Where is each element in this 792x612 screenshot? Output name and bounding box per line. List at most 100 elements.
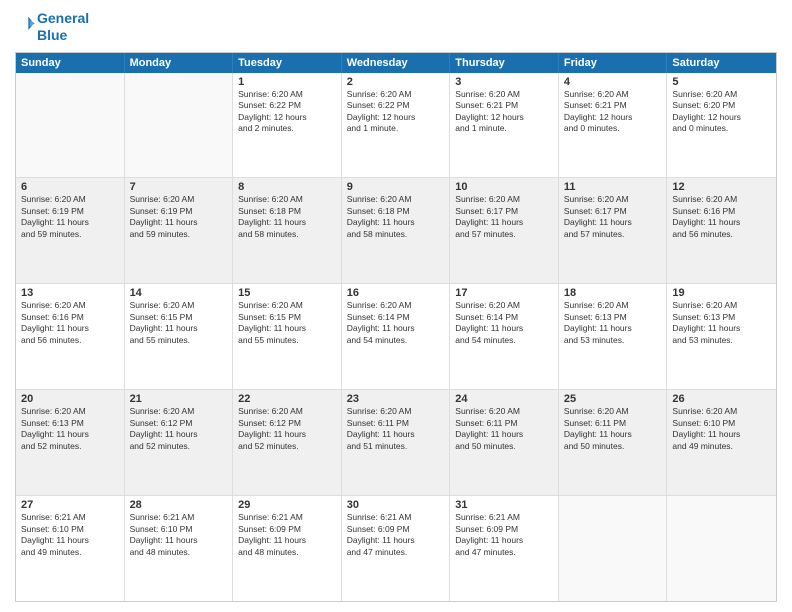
header-day-wednesday: Wednesday	[342, 53, 451, 73]
day-info: Sunrise: 6:20 AM Sunset: 6:17 PM Dayligh…	[564, 194, 662, 240]
cal-cell-1-4: 2Sunrise: 6:20 AM Sunset: 6:22 PM Daylig…	[342, 73, 451, 178]
day-info: Sunrise: 6:20 AM Sunset: 6:14 PM Dayligh…	[455, 300, 553, 346]
day-info: Sunrise: 6:20 AM Sunset: 6:13 PM Dayligh…	[672, 300, 771, 346]
day-number: 28	[130, 499, 228, 511]
day-info: Sunrise: 6:20 AM Sunset: 6:11 PM Dayligh…	[347, 406, 445, 452]
cal-cell-2-2: 7Sunrise: 6:20 AM Sunset: 6:19 PM Daylig…	[125, 178, 234, 283]
calendar-body: 1Sunrise: 6:20 AM Sunset: 6:22 PM Daylig…	[16, 73, 776, 601]
day-number: 11	[564, 181, 662, 193]
day-number: 7	[130, 181, 228, 193]
day-info: Sunrise: 6:20 AM Sunset: 6:19 PM Dayligh…	[21, 194, 119, 240]
page-header: General Blue	[15, 10, 777, 44]
day-info: Sunrise: 6:20 AM Sunset: 6:15 PM Dayligh…	[130, 300, 228, 346]
day-number: 31	[455, 499, 553, 511]
day-number: 12	[672, 181, 771, 193]
cal-cell-2-4: 9Sunrise: 6:20 AM Sunset: 6:18 PM Daylig…	[342, 178, 451, 283]
header-day-thursday: Thursday	[450, 53, 559, 73]
day-number: 14	[130, 287, 228, 299]
logo-icon	[15, 14, 35, 34]
cal-cell-4-3: 22Sunrise: 6:20 AM Sunset: 6:12 PM Dayli…	[233, 390, 342, 495]
day-number: 6	[21, 181, 119, 193]
calendar-row-4: 20Sunrise: 6:20 AM Sunset: 6:13 PM Dayli…	[16, 389, 776, 495]
day-number: 26	[672, 393, 771, 405]
day-info: Sunrise: 6:20 AM Sunset: 6:12 PM Dayligh…	[238, 406, 336, 452]
logo-text-line2: Blue	[37, 27, 89, 44]
cal-cell-2-5: 10Sunrise: 6:20 AM Sunset: 6:17 PM Dayli…	[450, 178, 559, 283]
day-number: 19	[672, 287, 771, 299]
calendar-row-2: 6Sunrise: 6:20 AM Sunset: 6:19 PM Daylig…	[16, 177, 776, 283]
cal-cell-2-6: 11Sunrise: 6:20 AM Sunset: 6:17 PM Dayli…	[559, 178, 668, 283]
day-number: 16	[347, 287, 445, 299]
day-number: 4	[564, 76, 662, 88]
logo-text-line1: General	[37, 10, 89, 27]
header-day-tuesday: Tuesday	[233, 53, 342, 73]
day-info: Sunrise: 6:20 AM Sunset: 6:14 PM Dayligh…	[347, 300, 445, 346]
day-info: Sunrise: 6:20 AM Sunset: 6:15 PM Dayligh…	[238, 300, 336, 346]
cal-cell-3-5: 17Sunrise: 6:20 AM Sunset: 6:14 PM Dayli…	[450, 284, 559, 389]
day-number: 29	[238, 499, 336, 511]
header-day-sunday: Sunday	[16, 53, 125, 73]
calendar-row-5: 27Sunrise: 6:21 AM Sunset: 6:10 PM Dayli…	[16, 495, 776, 601]
cal-cell-2-3: 8Sunrise: 6:20 AM Sunset: 6:18 PM Daylig…	[233, 178, 342, 283]
cal-cell-5-6	[559, 496, 668, 601]
day-info: Sunrise: 6:20 AM Sunset: 6:22 PM Dayligh…	[238, 89, 336, 135]
cal-cell-1-6: 4Sunrise: 6:20 AM Sunset: 6:21 PM Daylig…	[559, 73, 668, 178]
cal-cell-4-1: 20Sunrise: 6:20 AM Sunset: 6:13 PM Dayli…	[16, 390, 125, 495]
cal-cell-3-1: 13Sunrise: 6:20 AM Sunset: 6:16 PM Dayli…	[16, 284, 125, 389]
cal-cell-3-6: 18Sunrise: 6:20 AM Sunset: 6:13 PM Dayli…	[559, 284, 668, 389]
cal-cell-3-3: 15Sunrise: 6:20 AM Sunset: 6:15 PM Dayli…	[233, 284, 342, 389]
day-number: 8	[238, 181, 336, 193]
cal-cell-3-7: 19Sunrise: 6:20 AM Sunset: 6:13 PM Dayli…	[667, 284, 776, 389]
day-info: Sunrise: 6:20 AM Sunset: 6:19 PM Dayligh…	[130, 194, 228, 240]
day-info: Sunrise: 6:20 AM Sunset: 6:12 PM Dayligh…	[130, 406, 228, 452]
day-number: 18	[564, 287, 662, 299]
day-info: Sunrise: 6:20 AM Sunset: 6:11 PM Dayligh…	[455, 406, 553, 452]
cal-cell-5-4: 30Sunrise: 6:21 AM Sunset: 6:09 PM Dayli…	[342, 496, 451, 601]
day-number: 5	[672, 76, 771, 88]
cal-cell-1-3: 1Sunrise: 6:20 AM Sunset: 6:22 PM Daylig…	[233, 73, 342, 178]
cal-cell-5-1: 27Sunrise: 6:21 AM Sunset: 6:10 PM Dayli…	[16, 496, 125, 601]
calendar: SundayMondayTuesdayWednesdayThursdayFrid…	[15, 52, 777, 602]
day-number: 17	[455, 287, 553, 299]
day-number: 3	[455, 76, 553, 88]
cal-cell-1-2	[125, 73, 234, 178]
day-number: 13	[21, 287, 119, 299]
cal-cell-5-2: 28Sunrise: 6:21 AM Sunset: 6:10 PM Dayli…	[125, 496, 234, 601]
day-info: Sunrise: 6:20 AM Sunset: 6:13 PM Dayligh…	[564, 300, 662, 346]
day-info: Sunrise: 6:21 AM Sunset: 6:10 PM Dayligh…	[21, 512, 119, 558]
header-day-monday: Monday	[125, 53, 234, 73]
day-number: 21	[130, 393, 228, 405]
cal-cell-3-4: 16Sunrise: 6:20 AM Sunset: 6:14 PM Dayli…	[342, 284, 451, 389]
day-number: 15	[238, 287, 336, 299]
calendar-row-3: 13Sunrise: 6:20 AM Sunset: 6:16 PM Dayli…	[16, 283, 776, 389]
day-info: Sunrise: 6:21 AM Sunset: 6:09 PM Dayligh…	[455, 512, 553, 558]
day-info: Sunrise: 6:20 AM Sunset: 6:21 PM Dayligh…	[564, 89, 662, 135]
cal-cell-2-1: 6Sunrise: 6:20 AM Sunset: 6:19 PM Daylig…	[16, 178, 125, 283]
cal-cell-4-7: 26Sunrise: 6:20 AM Sunset: 6:10 PM Dayli…	[667, 390, 776, 495]
header-day-saturday: Saturday	[667, 53, 776, 73]
day-number: 22	[238, 393, 336, 405]
day-number: 10	[455, 181, 553, 193]
day-number: 9	[347, 181, 445, 193]
day-info: Sunrise: 6:20 AM Sunset: 6:18 PM Dayligh…	[347, 194, 445, 240]
cal-cell-1-1	[16, 73, 125, 178]
day-number: 25	[564, 393, 662, 405]
cal-cell-5-5: 31Sunrise: 6:21 AM Sunset: 6:09 PM Dayli…	[450, 496, 559, 601]
day-info: Sunrise: 6:20 AM Sunset: 6:20 PM Dayligh…	[672, 89, 771, 135]
day-number: 30	[347, 499, 445, 511]
day-number: 1	[238, 76, 336, 88]
cal-cell-2-7: 12Sunrise: 6:20 AM Sunset: 6:16 PM Dayli…	[667, 178, 776, 283]
cal-cell-3-2: 14Sunrise: 6:20 AM Sunset: 6:15 PM Dayli…	[125, 284, 234, 389]
day-info: Sunrise: 6:21 AM Sunset: 6:09 PM Dayligh…	[347, 512, 445, 558]
cal-cell-4-6: 25Sunrise: 6:20 AM Sunset: 6:11 PM Dayli…	[559, 390, 668, 495]
cal-cell-4-2: 21Sunrise: 6:20 AM Sunset: 6:12 PM Dayli…	[125, 390, 234, 495]
cal-cell-5-7	[667, 496, 776, 601]
cal-cell-5-3: 29Sunrise: 6:21 AM Sunset: 6:09 PM Dayli…	[233, 496, 342, 601]
day-info: Sunrise: 6:20 AM Sunset: 6:16 PM Dayligh…	[672, 194, 771, 240]
day-info: Sunrise: 6:20 AM Sunset: 6:13 PM Dayligh…	[21, 406, 119, 452]
day-number: 27	[21, 499, 119, 511]
day-info: Sunrise: 6:20 AM Sunset: 6:11 PM Dayligh…	[564, 406, 662, 452]
day-info: Sunrise: 6:20 AM Sunset: 6:16 PM Dayligh…	[21, 300, 119, 346]
cal-cell-1-5: 3Sunrise: 6:20 AM Sunset: 6:21 PM Daylig…	[450, 73, 559, 178]
header-day-friday: Friday	[559, 53, 668, 73]
